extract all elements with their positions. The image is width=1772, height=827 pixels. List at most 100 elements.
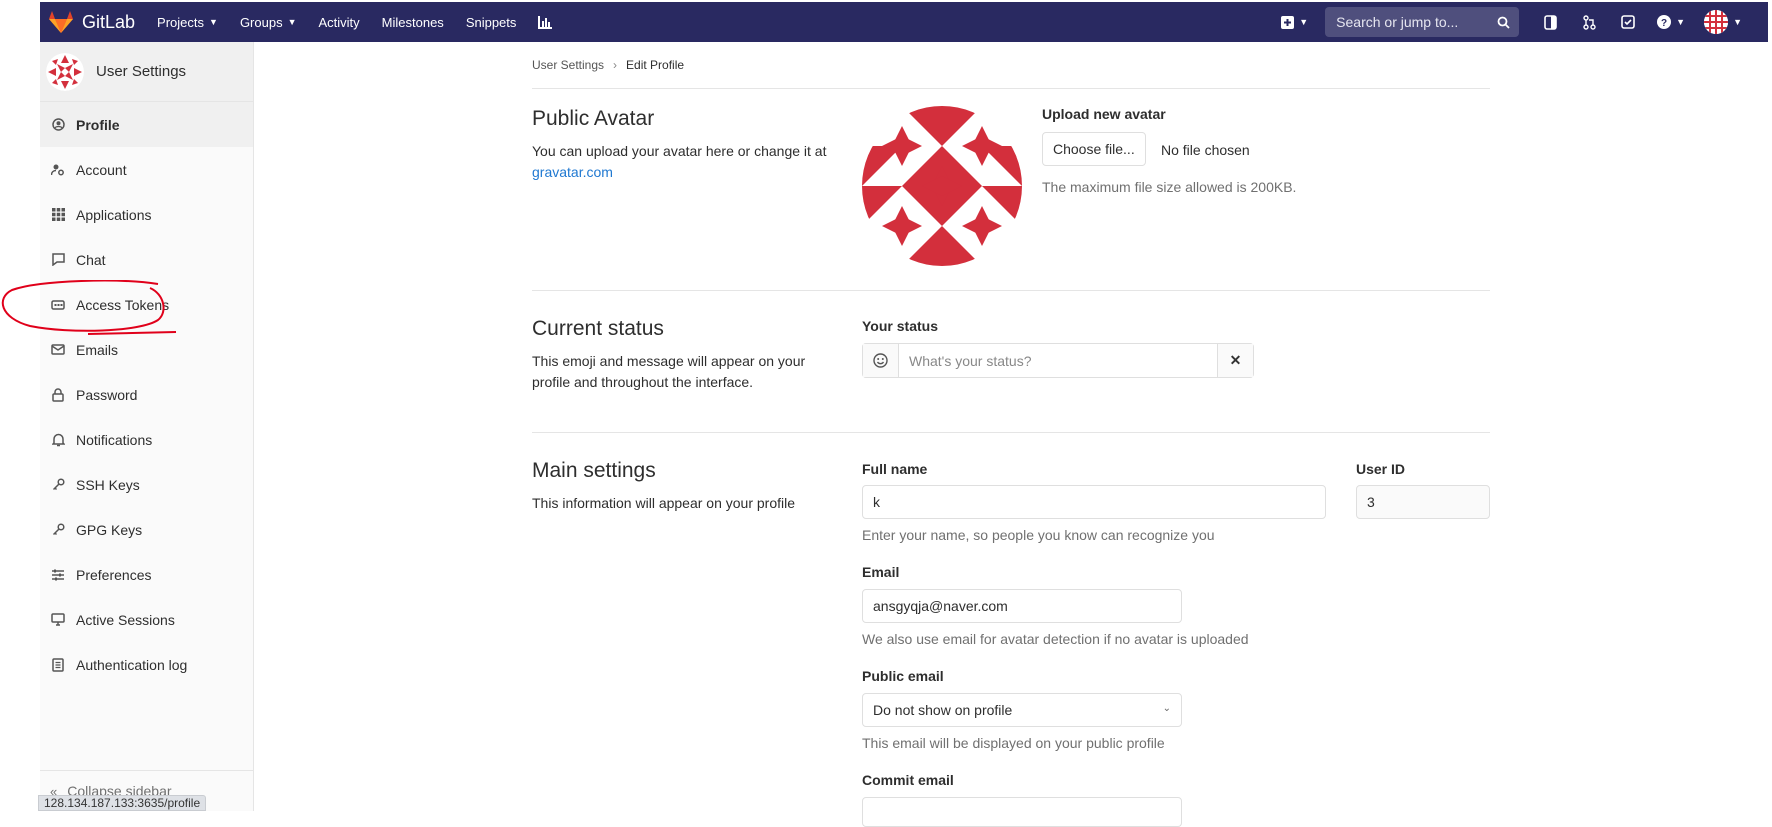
merge-request-icon[interactable] (1579, 12, 1599, 32)
public-avatar-description: You can upload your avatar here or chang… (532, 141, 832, 183)
clear-status-button[interactable]: ✕ (1217, 344, 1253, 377)
public-avatar-title: Public Avatar (532, 107, 655, 130)
gitlab-home-link[interactable]: GitLab (48, 10, 135, 34)
chevron-down-icon: ▼ (209, 17, 218, 27)
email-help: We also use email for avatar detection i… (862, 631, 1249, 647)
status-input-group: ✕ (862, 343, 1254, 378)
sidebar-item-label: Password (76, 386, 138, 403)
token-icon (50, 299, 66, 310)
nav-snippets[interactable]: Snippets (466, 15, 517, 30)
main-settings-description: This information will appear on your pro… (532, 495, 796, 511)
your-status-label: Your status (862, 318, 938, 334)
sidebar-item-active-sessions[interactable]: Active Sessions (40, 597, 253, 642)
sidebar-item-label: Account (76, 161, 127, 178)
current-status-description: This emoji and message will appear on yo… (532, 353, 806, 390)
sidebar-item-preferences[interactable]: Preferences (40, 552, 253, 597)
no-file-chosen-text: No file chosen (1161, 142, 1250, 158)
gravatar-link[interactable]: gravatar.com (532, 164, 613, 180)
nav-groups-label: Groups (239, 14, 283, 30)
divider (532, 290, 1490, 291)
full-name-help: Enter your name, so people you know can … (862, 527, 1215, 543)
chevron-down-icon: ▼ (1676, 17, 1686, 27)
help-dropdown[interactable]: ? ▼ (1657, 12, 1685, 32)
avatar (862, 106, 1022, 266)
sidebar-item-ssh-keys[interactable]: SSH Keys (40, 462, 253, 507)
commit-email-select[interactable] (862, 797, 1182, 827)
sidebar-item-applications[interactable]: Applications (40, 192, 253, 237)
help-icon: ? (1657, 15, 1672, 29)
chevron-right-icon: › (613, 58, 618, 72)
key-icon (50, 478, 66, 491)
public-email-label: Public email (862, 668, 944, 684)
chevron-down-icon: ⌄ (1162, 703, 1171, 714)
chart-icon[interactable] (538, 15, 553, 30)
sidebar-item-gpg-keys[interactable]: GPG Keys (40, 507, 253, 552)
upload-avatar-label: Upload new avatar (1042, 106, 1166, 122)
smiley-icon[interactable] (863, 344, 899, 377)
search-input[interactable] (1334, 13, 1498, 31)
breadcrumb-current[interactable]: Edit Profile (626, 58, 684, 72)
svg-text:?: ? (1661, 18, 1667, 29)
plus-square-icon (1281, 15, 1295, 29)
sidebar-title: User Settings (96, 63, 187, 80)
nav-projects[interactable]: Projects ▼ (157, 15, 218, 30)
user-id-field[interactable]: 3 (1356, 485, 1490, 519)
email-field[interactable]: ansgyqja@naver.com (862, 589, 1182, 623)
envelope-icon (50, 344, 66, 355)
user-circle-icon (50, 118, 66, 131)
chevron-down-icon: ▼ (287, 17, 297, 27)
search-box[interactable] (1325, 7, 1520, 37)
choose-file-button[interactable]: Choose file... (1042, 132, 1146, 166)
sidebar-item-label: Authentication log (76, 656, 188, 673)
public-email-value: Do not show on profile (873, 702, 1013, 718)
todo-check-icon[interactable] (1618, 12, 1638, 32)
close-icon: ✕ (1229, 352, 1242, 368)
avatar (1704, 10, 1729, 34)
current-status-title: Current status (532, 317, 664, 340)
user-menu-dropdown[interactable]: ▼ (1704, 10, 1742, 34)
avatar (46, 52, 84, 91)
sidebar-item-label: Emails (76, 341, 119, 358)
sidebar-item-label: Notifications (76, 431, 153, 448)
public-avatar-text: You can upload your avatar here or chang… (532, 143, 827, 159)
nav-activity[interactable]: Activity (319, 15, 360, 30)
nav-milestones[interactable]: Milestones (382, 15, 444, 30)
sliders-icon (50, 569, 66, 581)
sidebar-item-profile[interactable]: Profile (40, 102, 253, 147)
sidebar-item-label: Active Sessions (76, 611, 175, 628)
divider (532, 88, 1490, 89)
key-icon (50, 523, 66, 536)
max-file-size-help: The maximum file size allowed is 200KB. (1042, 179, 1297, 195)
sidebar-item-label: Applications (76, 206, 152, 223)
sidebar-item-password[interactable]: Password (40, 372, 253, 417)
lock-icon (50, 387, 66, 402)
nav-groups[interactable]: Groups ▼ (240, 15, 297, 30)
status-message-input[interactable] (899, 344, 1217, 377)
sidebar-item-access-tokens[interactable]: Access Tokens (40, 282, 253, 327)
sidebar-toggle-icon[interactable] (1540, 12, 1560, 32)
sidebar-item-chat[interactable]: Chat (40, 237, 253, 282)
breadcrumb: User Settings › Edit Profile (532, 58, 684, 72)
gitlab-logo-icon (49, 11, 73, 33)
commit-email-label: Commit email (862, 772, 954, 788)
full-name-label: Full name (862, 461, 928, 477)
user-gear-icon (50, 163, 66, 176)
browser-status-url: 128.134.187.133:3635/profile (38, 795, 207, 811)
sidebar-item-emails[interactable]: Emails (40, 327, 253, 372)
sidebar-item-label: GPG Keys (76, 521, 143, 538)
public-email-select[interactable]: Do not show on profile ⌄ (862, 693, 1182, 727)
user-id-label: User ID (1356, 461, 1406, 477)
speech-bubble-icon (50, 253, 66, 266)
sidebar-item-account[interactable]: Account (40, 147, 253, 192)
divider (532, 432, 1490, 433)
sidebar-item-notifications[interactable]: Notifications (40, 417, 253, 462)
sidebar-header[interactable]: User Settings (40, 42, 253, 102)
chevron-down-icon: ▼ (1299, 17, 1309, 27)
sidebar-item-label: Access Tokens (76, 296, 170, 313)
new-dropdown-button[interactable]: ▼ (1281, 12, 1308, 32)
list-icon (50, 657, 66, 672)
full-name-field[interactable]: k (862, 485, 1326, 519)
sidebar-item-authentication-log[interactable]: Authentication log (40, 642, 253, 687)
sidebar-item-label: Preferences (76, 566, 152, 583)
breadcrumb-user-settings[interactable]: User Settings (532, 58, 604, 72)
